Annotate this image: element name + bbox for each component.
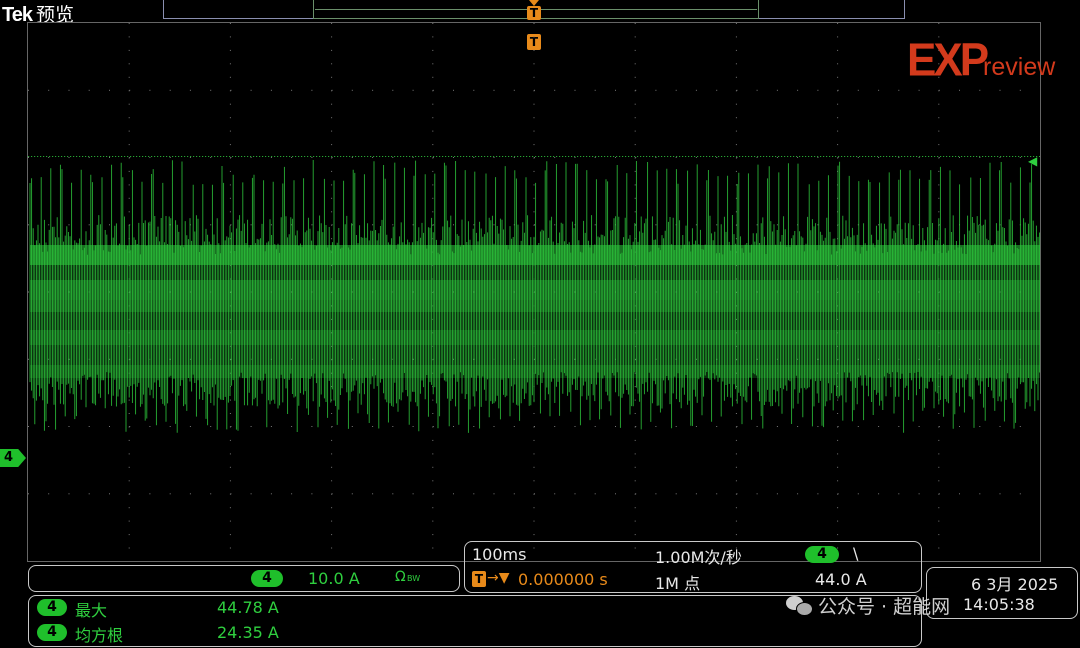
trigger-position: 0.000000 s	[518, 570, 608, 589]
measurement-value-max: 44.78 A	[217, 598, 279, 617]
waveform-density-band	[30, 365, 1040, 378]
channel-scale: 10.0 A	[308, 569, 360, 588]
measurement-label-rms: 均方根	[75, 626, 124, 645]
channel-settings-panel[interactable]: 4 10.0 A Ω BW	[28, 565, 460, 592]
sample-rate: 1.00M次/秒	[655, 548, 742, 567]
record-length: 1M 点	[655, 574, 701, 593]
trigger-icon: T	[472, 571, 486, 587]
wechat-icon	[786, 596, 813, 616]
waveform-density-band	[30, 330, 1040, 345]
measurement-label-max: 最大	[75, 601, 108, 620]
bandwidth-limit-icon: BW	[407, 574, 421, 583]
time-per-division: 100ms	[472, 545, 527, 564]
logo-suffix: review	[983, 53, 1056, 81]
logo: EXPreview	[907, 34, 1056, 87]
timebase-trigger-panel[interactable]: 100ms 1.00M次/秒 4 \ T →▼ 0.000000 s 1M 点 …	[464, 541, 922, 593]
trigger-level-arrow-icon[interactable]: ◀	[1028, 154, 1037, 168]
date-label: 6 3月 2025	[971, 575, 1059, 594]
measurement-channel-badge: 4	[37, 624, 67, 641]
waveform-density-band	[30, 300, 1040, 312]
trigger-delay-arrow-icon: →▼	[487, 570, 510, 586]
coupling-icon: Ω	[395, 569, 406, 585]
trigger-channel-badge: 4	[805, 546, 839, 563]
trigger-slope-icon: \	[853, 544, 859, 563]
time-label: 14:05:38	[963, 595, 1035, 614]
waveform-density-band	[30, 280, 1040, 300]
watermark: 公众号 · 超能网	[786, 592, 950, 619]
waveform-density-band	[30, 245, 1040, 265]
logo-brand: EXP	[907, 34, 989, 87]
channel-badge: 4	[251, 570, 283, 587]
watermark-text: 公众号 · 超能网	[818, 596, 951, 618]
measurement-channel-badge: 4	[37, 599, 67, 616]
measurement-value-rms: 24.35 A	[217, 623, 279, 642]
trigger-level: 44.0 A	[815, 570, 867, 589]
